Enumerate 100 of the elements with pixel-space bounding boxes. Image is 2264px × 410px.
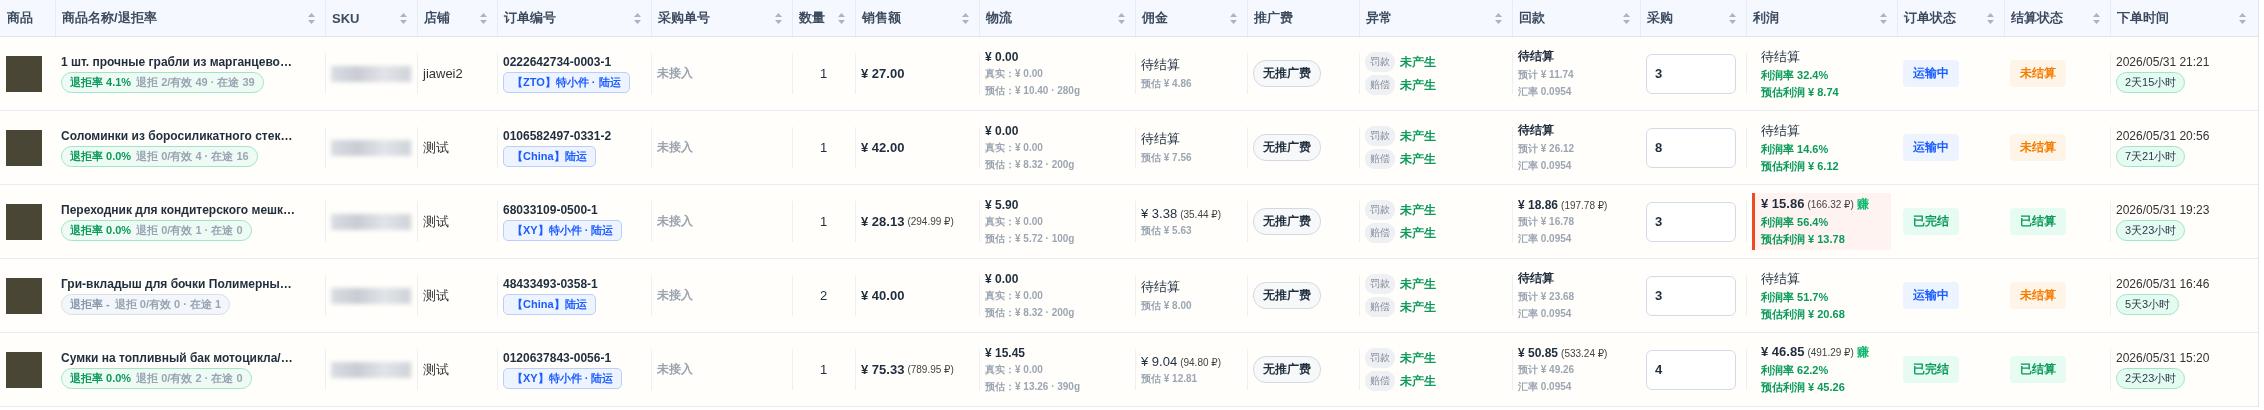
order-status-tag: 已完结 xyxy=(1903,208,1959,235)
shipping-tag: 【XY】特小件 · 陆运 xyxy=(503,367,623,389)
purchase-quantity-input[interactable]: 3 xyxy=(1646,201,1736,242)
product-name[interactable]: Переходник для кондитерского мешк… xyxy=(61,202,296,217)
order-number: 48433493-0358-1 xyxy=(503,276,598,291)
purchase-quantity-input[interactable]: 8 xyxy=(1646,127,1736,168)
sort-icon[interactable] xyxy=(1495,12,1502,24)
commission-amount: 待结算 xyxy=(1141,278,1180,296)
store-name: jiawei2 xyxy=(423,66,463,81)
logistics-amount: ¥ 5.90 xyxy=(985,197,1019,212)
order-number: 0222642734-0003-1 xyxy=(503,54,612,69)
quantity: 1 xyxy=(819,140,828,155)
profit-amount: ¥ 15.86 xyxy=(1761,196,1805,211)
column-title: 推广费 xyxy=(1254,9,1293,27)
commission-rub-amount: (35.44 ₽) xyxy=(1180,208,1221,220)
order-status-tag: 运输中 xyxy=(1903,134,1959,161)
anomaly-value: 未产生 xyxy=(1400,275,1436,293)
sort-icon[interactable] xyxy=(1880,12,1887,24)
anomaly-label: 罚款 xyxy=(1365,348,1395,368)
sort-icon[interactable] xyxy=(634,12,641,24)
product-name[interactable]: 1 шт. прочные грабли из марганцево… xyxy=(61,54,292,69)
store-name: 测试 xyxy=(423,212,449,231)
sales-amount: ¥ 75.33 xyxy=(861,362,905,377)
sort-icon[interactable] xyxy=(1118,12,1125,24)
commission-rub-amount: (94.80 ₽) xyxy=(1180,356,1221,368)
promotion-fee-button[interactable]: 无推广费 xyxy=(1253,282,1321,309)
logistics-amount: ¥ 0.00 xyxy=(985,49,1019,64)
order-time: 2026/05/31 16:46 xyxy=(2116,276,2210,291)
purchase-number: 未接入 xyxy=(657,213,693,230)
purchase-quantity-input[interactable]: 3 xyxy=(1646,53,1736,94)
reject-rate: 退拒率 0.0% xyxy=(70,148,132,164)
promotion-fee-button[interactable]: 无推广费 xyxy=(1253,134,1321,161)
order-number: 68033109-0500-1 xyxy=(503,202,598,217)
column-title: 物流 xyxy=(986,9,1012,27)
column-title: 采购单号 xyxy=(658,9,710,27)
sort-icon[interactable] xyxy=(480,12,487,24)
sort-icon[interactable] xyxy=(308,12,315,24)
commission-amount: 待结算 xyxy=(1141,56,1180,74)
logistics-real: 真实：¥ 0.00 xyxy=(985,66,1043,81)
photo-placeholder xyxy=(6,55,42,92)
order-age-tag: 2天15小时 xyxy=(2116,71,2186,93)
sort-icon[interactable] xyxy=(1729,12,1736,24)
order-time: 2026/05/31 20:56 xyxy=(2116,128,2210,143)
sales-amount: ¥ 28.13 xyxy=(861,214,905,229)
logistics-real: 真实：¥ 0.00 xyxy=(985,362,1043,377)
profit-rate: 利润率 62.2% xyxy=(1761,363,1830,378)
logistics-estimate: 预估：¥ 5.72 · 100g xyxy=(985,231,1075,246)
sort-icon[interactable] xyxy=(1230,12,1237,24)
profit-estimate: 预估利润 ¥ 20.68 xyxy=(1761,306,1846,322)
promotion-fee-button[interactable]: 无推广费 xyxy=(1253,208,1321,235)
column-title: 销售额 xyxy=(862,9,901,27)
sort-icon[interactable] xyxy=(400,12,407,24)
settlement-status-tag: 已结算 xyxy=(2010,356,2066,383)
quantity: 2 xyxy=(819,288,828,303)
reject-detail: 退拒 0/有效 1 · 在途 0 xyxy=(136,222,243,238)
sales-amount: ¥ 42.00 xyxy=(861,140,905,155)
profit-estimate: 预估利润 ¥ 8.74 xyxy=(1761,84,1840,100)
order-status-tag: 运输中 xyxy=(1903,282,1959,309)
reject-rate: 退拒率 - xyxy=(70,296,110,312)
sort-icon[interactable] xyxy=(775,12,782,24)
column-title: 订单状态 xyxy=(1904,9,1956,27)
exchange-rate: 汇率 0.0954 xyxy=(1518,85,1572,99)
anomaly-value: 未产生 xyxy=(1400,76,1436,94)
quantity: 1 xyxy=(819,362,828,377)
shipping-tag: 【ZTO】特小件 · 陆运 xyxy=(503,71,630,93)
settlement-status-tag: 未结算 xyxy=(2010,60,2066,87)
sort-icon[interactable] xyxy=(2093,12,2100,24)
product-name[interactable]: Соломинки из боросиликатного стек… xyxy=(61,128,293,143)
promotion-fee-button[interactable]: 无推广费 xyxy=(1253,60,1321,87)
anomaly-label: 赔偿 xyxy=(1365,75,1395,95)
product-name[interactable]: Гри-вкладыш для бочки Полимерны… xyxy=(61,276,292,291)
sort-icon[interactable] xyxy=(838,12,845,24)
order-time: 2026/05/31 21:21 xyxy=(2116,54,2210,69)
column-title: 商品名称/退拒率 xyxy=(62,9,157,27)
photo-placeholder xyxy=(6,277,42,314)
payment-estimate: 预计 ¥ 26.12 xyxy=(1518,142,1575,156)
anomaly-value: 未产生 xyxy=(1400,201,1436,219)
profit-rate: 利润率 51.7% xyxy=(1761,289,1830,305)
sort-icon[interactable] xyxy=(1987,12,1994,24)
exchange-rate: 汇率 0.0954 xyxy=(1518,159,1572,173)
product-name[interactable]: Сумки на топливный бак мотоцикла/… xyxy=(61,350,293,365)
reject-detail: 退拒 0/有效 0 · 在途 1 xyxy=(114,296,222,312)
settlement-status-tag: 未结算 xyxy=(2010,134,2066,161)
column-title: 利润 xyxy=(1753,9,1779,27)
promotion-fee-button[interactable]: 无推广费 xyxy=(1253,356,1321,383)
sort-icon[interactable] xyxy=(1623,12,1630,24)
profit-amount: ¥ 46.85 xyxy=(1761,344,1805,359)
sort-icon[interactable] xyxy=(962,12,969,24)
logistics-estimate: 预估：¥ 8.32 · 200g xyxy=(985,157,1075,172)
purchase-quantity-input[interactable]: 3 xyxy=(1646,275,1736,316)
column-title: 订单编号 xyxy=(504,9,556,27)
column-title: 异常 xyxy=(1366,9,1392,27)
purchase-quantity-input[interactable]: 4 xyxy=(1646,349,1736,390)
anomaly-label: 赔偿 xyxy=(1365,371,1395,391)
payment-rub-amount: (533.24 ₽) xyxy=(1561,347,1608,359)
profit-estimate: 预估利润 ¥ 13.78 xyxy=(1761,232,1846,247)
profit-amount: 待结算 xyxy=(1761,269,1800,288)
commission-estimate: 预估 ¥ 8.00 xyxy=(1141,299,1192,313)
sort-icon[interactable] xyxy=(2239,12,2246,24)
logistics-estimate: 预估：¥ 10.40 · 280g xyxy=(985,83,1081,98)
